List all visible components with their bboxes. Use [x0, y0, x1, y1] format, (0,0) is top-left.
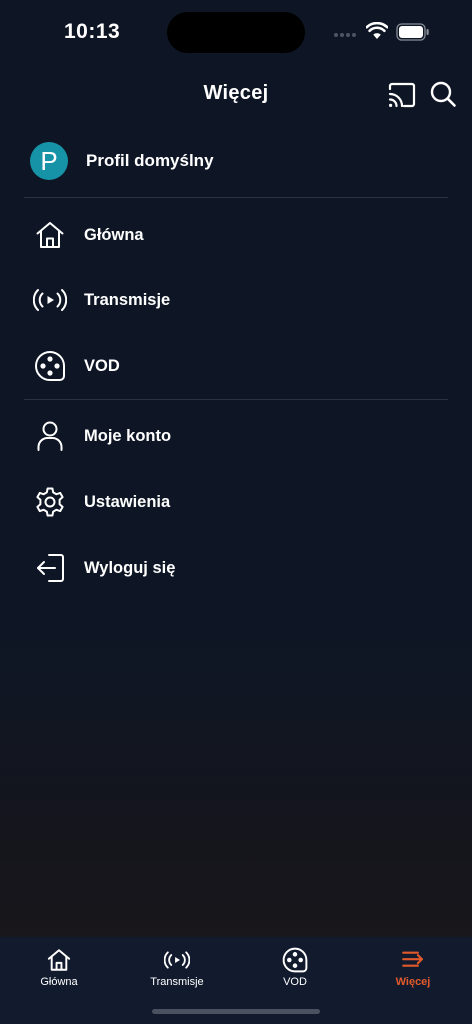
broadcast-icon: [33, 283, 67, 317]
menu-item-label: Moje konto: [84, 426, 172, 445]
menu-item-wyloguj[interactable]: Wyloguj się: [0, 543, 472, 593]
divider: [24, 399, 448, 400]
menu-item-transmisje[interactable]: Transmisje: [0, 275, 472, 325]
user-icon: [33, 419, 67, 453]
menu-item-label: Ustawienia: [84, 492, 171, 511]
tab-label: Więcej: [395, 976, 431, 988]
header: Więcej: [0, 70, 472, 120]
profile-name: Profil domyślny: [86, 151, 214, 170]
home-icon: [47, 949, 71, 971]
profile-row[interactable]: P Profil domyślny: [0, 138, 472, 184]
wifi-icon: [366, 22, 388, 39]
menu-item-moje-konto[interactable]: Moje konto: [0, 411, 472, 461]
menu-item-label: Transmisje: [84, 290, 171, 309]
home-indicator: [152, 1009, 320, 1014]
divider: [24, 197, 448, 198]
tab-label: Główna: [40, 976, 78, 988]
menu-item-label: Główna: [84, 225, 144, 244]
avatar: P: [30, 142, 68, 180]
menu-item-glowna[interactable]: Główna: [0, 210, 472, 260]
gear-icon: [33, 485, 67, 519]
broadcast-icon: [164, 951, 190, 969]
tab-label: Transmisje: [150, 976, 204, 988]
menu-item-ustawienia[interactable]: Ustawienia: [0, 477, 472, 527]
menu-item-label: Wyloguj się: [84, 558, 176, 577]
status-time: 10:13: [64, 20, 121, 43]
cellular-signal-icon: [334, 33, 356, 37]
tab-label: VOD: [283, 976, 307, 988]
menu-arrow-icon: [402, 951, 423, 967]
tab-vod[interactable]: VOD: [245, 947, 345, 997]
menu-item-label: VOD: [84, 356, 120, 375]
film-reel-icon: [282, 947, 308, 973]
search-icon[interactable]: [429, 80, 457, 108]
status-bar: 10:13: [0, 0, 472, 64]
battery-icon: [396, 23, 429, 41]
tab-glowna[interactable]: Główna: [9, 947, 109, 997]
home-icon: [33, 218, 67, 252]
menu-item-vod[interactable]: VOD: [0, 341, 472, 391]
film-reel-icon: [33, 349, 67, 383]
dynamic-island: [167, 12, 305, 53]
logout-icon: [33, 551, 67, 585]
tab-wiecej[interactable]: Więcej: [363, 947, 463, 997]
tab-transmisje[interactable]: Transmisje: [127, 947, 227, 997]
cast-icon[interactable]: [387, 81, 417, 109]
